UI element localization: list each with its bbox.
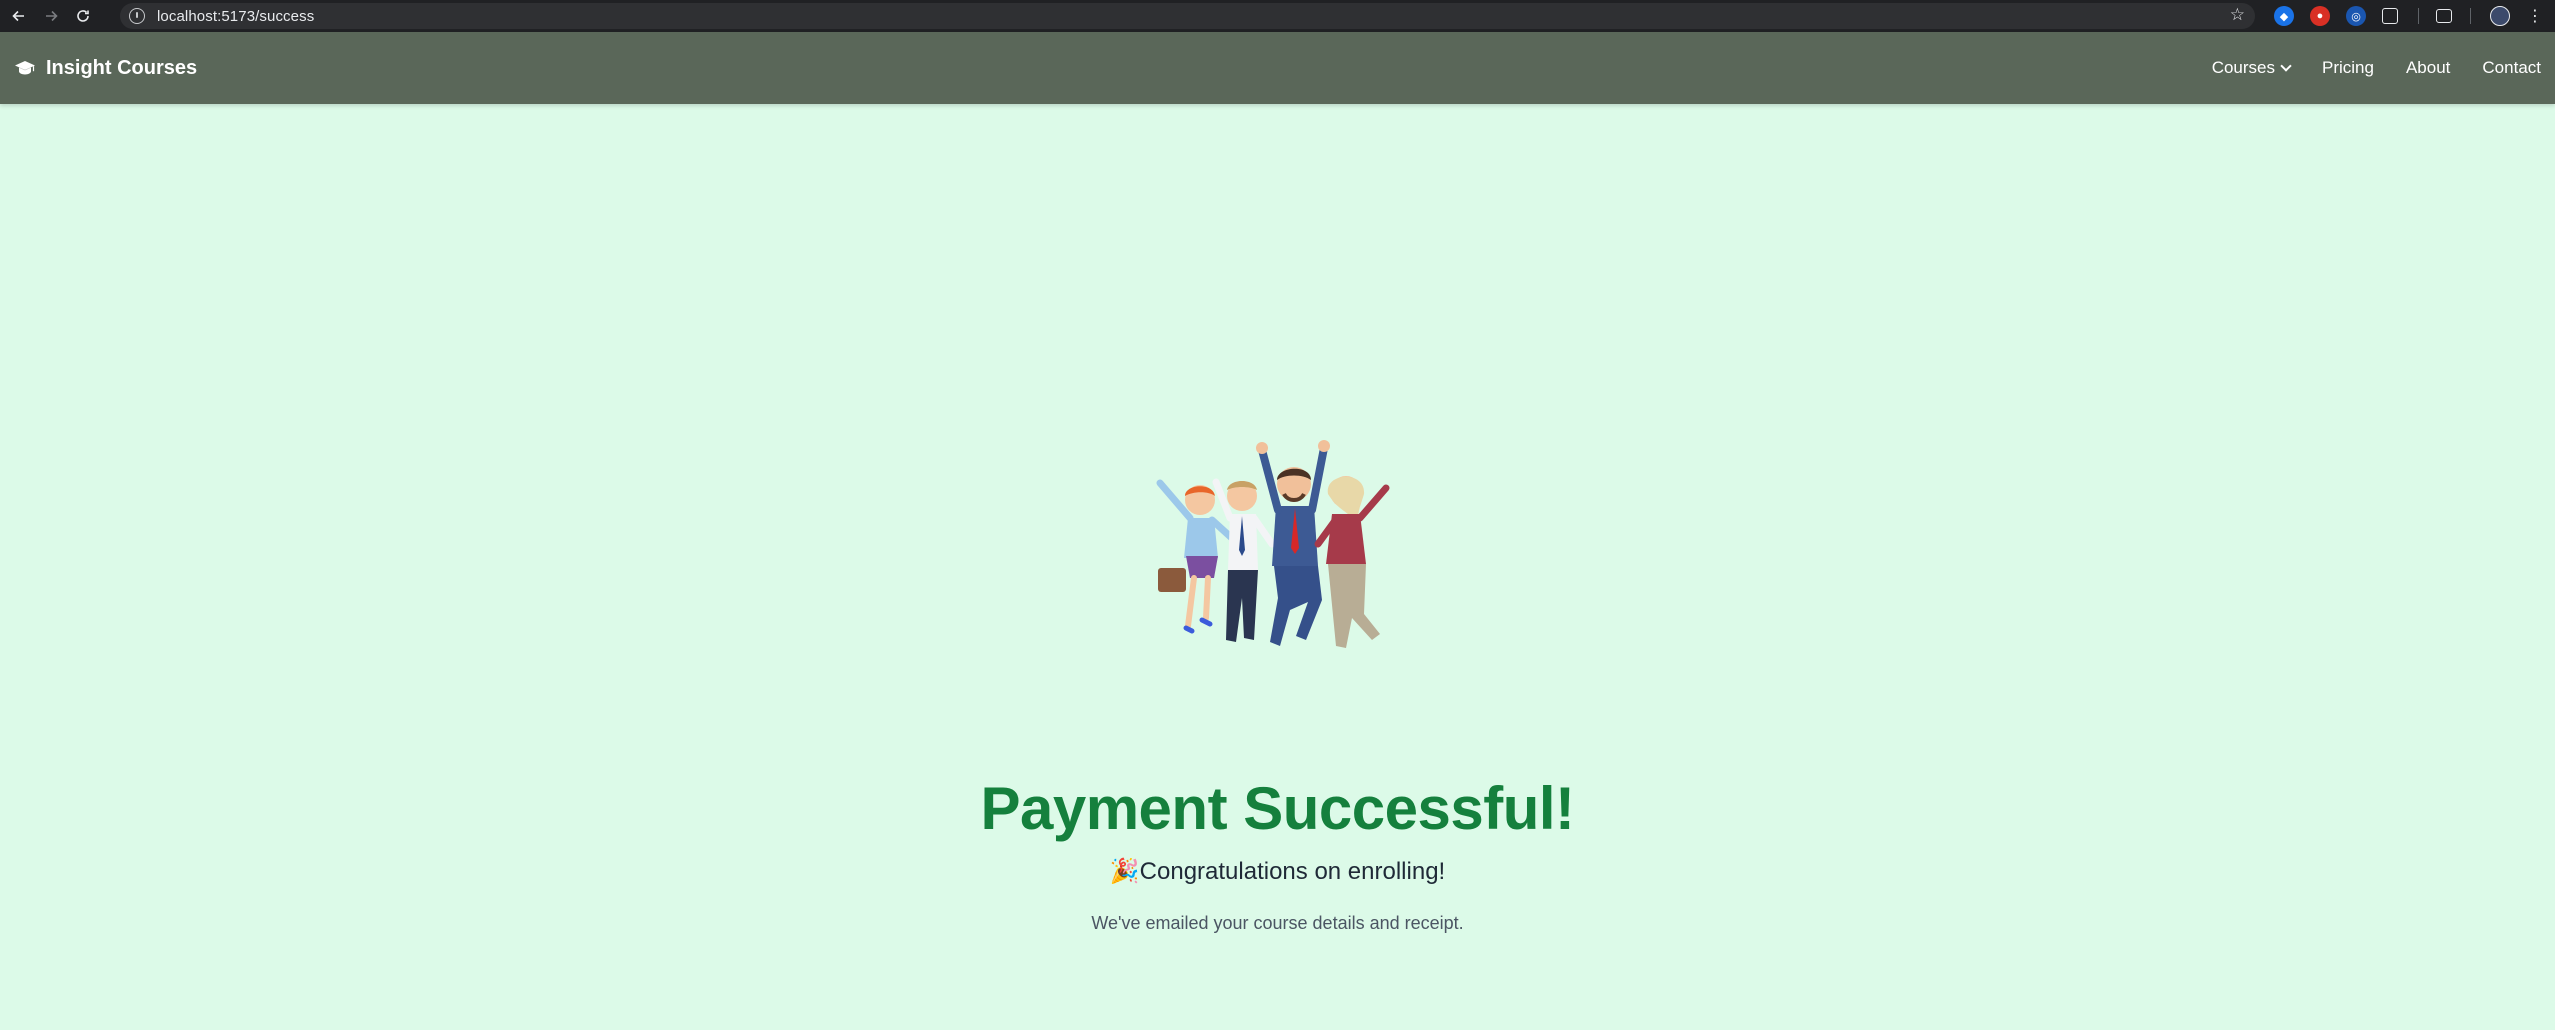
person-right-figure bbox=[1314, 476, 1390, 648]
page-title: Payment Successful! bbox=[980, 775, 1575, 842]
reload-button[interactable] bbox=[70, 3, 96, 29]
email-confirmation-note: We've emailed your course details and re… bbox=[1091, 913, 1464, 933]
person-second-figure bbox=[1212, 478, 1276, 642]
browser-menu-icon[interactable]: ⋮ bbox=[2525, 6, 2545, 26]
extension-diamond-icon[interactable]: ◆ bbox=[2274, 6, 2294, 26]
nav-about-link[interactable]: About bbox=[2406, 58, 2450, 78]
brand-link[interactable]: Insight Courses bbox=[14, 57, 197, 80]
toolbar-divider-2 bbox=[2470, 8, 2471, 24]
forward-button[interactable] bbox=[38, 3, 64, 29]
site-navbar: Insight Courses Courses Pricing About Co… bbox=[0, 32, 2555, 104]
site-info-icon[interactable] bbox=[129, 8, 145, 24]
bookmark-star-icon[interactable]: ☆ bbox=[2230, 5, 2245, 25]
reload-icon bbox=[77, 10, 89, 22]
extension-red-icon[interactable]: ● bbox=[2310, 6, 2330, 26]
back-button[interactable] bbox=[6, 3, 32, 29]
nav-courses-label: Courses bbox=[2211, 58, 2275, 77]
address-bar[interactable]: localhost:5173/success ☆ bbox=[120, 3, 2255, 29]
brand-name: Insight Courses bbox=[46, 56, 198, 79]
congratulations-text: Congratulations on enrolling! bbox=[1139, 858, 1446, 885]
forward-arrow-icon bbox=[46, 10, 58, 22]
congratulations-message: 🎉Congratulations on enrolling! bbox=[0, 857, 2555, 886]
nav-contact-link[interactable]: Contact bbox=[2482, 58, 2541, 78]
extension-blue-icon[interactable]: ◎ bbox=[2346, 6, 2366, 26]
graduation-cap-icon bbox=[15, 61, 35, 75]
profile-avatar[interactable] bbox=[2490, 6, 2510, 26]
extensions-puzzle-icon[interactable] bbox=[2382, 8, 2398, 24]
back-arrow-icon bbox=[12, 10, 24, 22]
party-popper-icon: 🎉 bbox=[1109, 858, 1140, 885]
side-panel-icon[interactable] bbox=[2436, 9, 2452, 23]
celebrating-people-illustration bbox=[1156, 440, 1390, 648]
url-text[interactable]: localhost:5173/success bbox=[157, 8, 314, 25]
site-menu: Courses Pricing About Contact bbox=[2212, 32, 2555, 104]
nav-courses-dropdown[interactable]: Courses bbox=[2211, 58, 2292, 78]
chevron-down-icon bbox=[2280, 59, 2292, 72]
toolbar-divider bbox=[2418, 8, 2419, 24]
nav-pricing-link[interactable]: Pricing bbox=[2322, 58, 2374, 78]
browser-toolbar: localhost:5173/success ☆ ◆ ● ◎ ⋮ bbox=[0, 0, 2555, 32]
